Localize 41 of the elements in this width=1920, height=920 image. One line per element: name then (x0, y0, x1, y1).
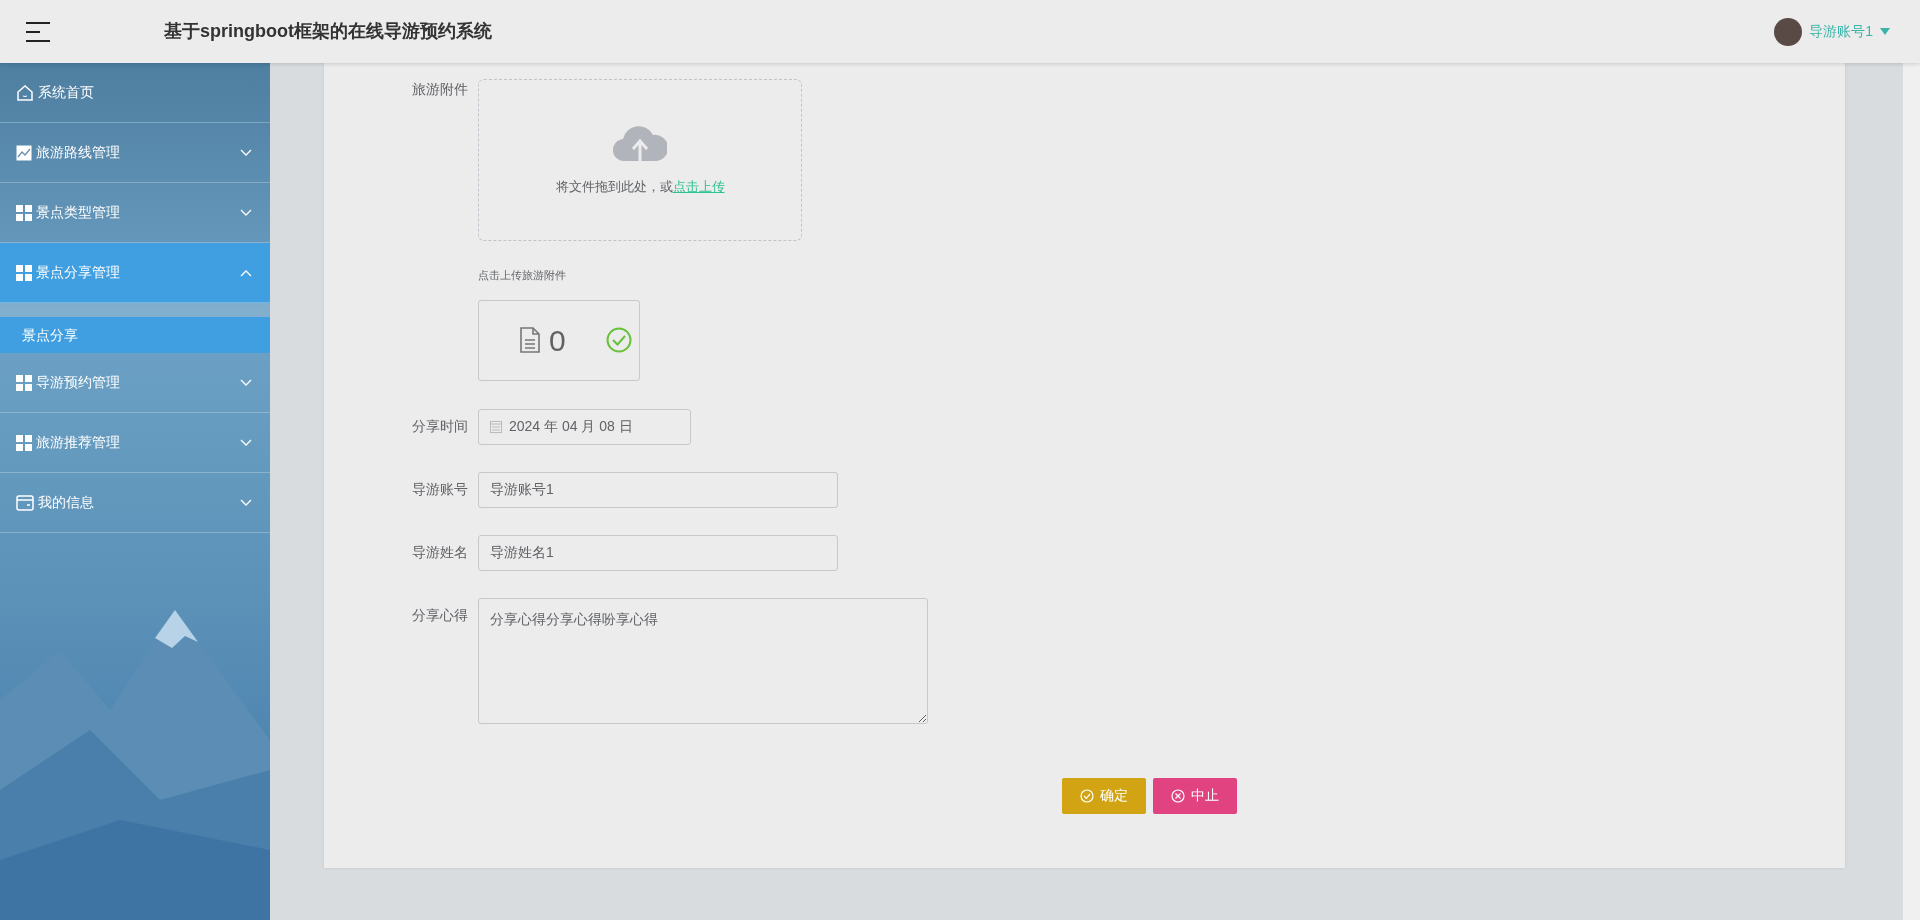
cancel-button[interactable]: 中止 (1153, 777, 1237, 814)
upload-hint: 点击上传旅游附件 (478, 268, 567, 283)
menu-icon[interactable] (26, 21, 50, 42)
check-circle-icon (1080, 788, 1094, 803)
upload-prompt: 将文件拖到此处，或点击上传 (555, 178, 725, 197)
app-title: 基于springboot框架的在线导游预约系统 (164, 20, 492, 43)
field-label: 分享心得 (411, 605, 469, 625)
text-area[interactable]: 分享心得分享心得吩享心得 (478, 597, 928, 724)
sidebar-item[interactable]: 系统首页 (0, 63, 270, 123)
calendar-icon (490, 420, 502, 433)
avatar (1774, 17, 1803, 46)
document-icon (519, 327, 541, 353)
grid-icon (16, 374, 32, 391)
sidebar-item[interactable]: 旅游路线管理 (0, 123, 270, 183)
close-circle-icon (1171, 788, 1185, 803)
input-field[interactable]: 导游账号1 (478, 471, 838, 508)
grid-icon (16, 434, 32, 451)
field-label: 旅游附件 (411, 80, 469, 99)
sidebar-item[interactable]: 导游预约管理 (0, 353, 270, 413)
confirm-button[interactable]: 确定 (1062, 777, 1146, 814)
field-label: 导游姓名 (411, 543, 469, 562)
sidebar-subitem[interactable]: 景点分享 (0, 317, 270, 353)
caret-icon[interactable] (1880, 28, 1890, 35)
upload-link[interactable]: 点击上传 (672, 179, 725, 195)
cloud-upload-icon (613, 123, 667, 164)
input-field[interactable]: 导游姓名1 (478, 534, 838, 571)
sidebar-item[interactable]: 我的信息 (0, 473, 270, 533)
grid-icon (16, 264, 32, 281)
line-chart-icon (16, 144, 32, 161)
field-label: 导游账号 (411, 480, 469, 499)
upload-dropzone[interactable]: 将文件拖到此处，或点击上传 (478, 79, 802, 241)
user-menu[interactable]: 导游账号1 (1809, 21, 1873, 42)
scrollbar[interactable] (1903, 63, 1920, 920)
house-icon (16, 83, 34, 102)
sidebar-item[interactable]: 旅游推荐管理 (0, 413, 270, 473)
grid-icon (16, 204, 32, 221)
sidebar-item[interactable]: 景点分享管理 (0, 243, 270, 303)
file-count: 0 (549, 322, 566, 359)
date-field[interactable]: 2024 年 04 月 08 日 (478, 408, 691, 445)
card-icon (16, 494, 34, 511)
field-label: 分享时间 (411, 417, 469, 436)
